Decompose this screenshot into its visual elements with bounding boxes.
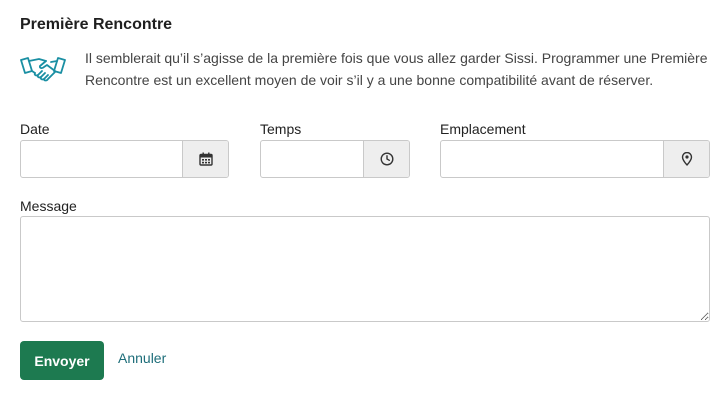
cancel-link[interactable]: Annuler [118,349,166,367]
date-label: Date [20,121,50,137]
handshake-icon [20,57,66,82]
time-input[interactable] [261,141,363,177]
time-picker-button[interactable] [363,141,409,177]
intro-text: Il semblerait qu’il s’agisse de la premi… [85,50,708,88]
date-field [20,140,229,178]
submit-button[interactable]: Envoyer [20,341,104,380]
time-label: Temps [260,121,302,137]
message-textarea[interactable] [20,216,710,322]
form-title: Première Rencontre [20,16,173,33]
clock-icon [379,152,394,166]
map-pin-icon [681,152,692,166]
calendar-icon [198,152,213,166]
location-label: Emplacement [440,121,526,137]
message-label: Message [20,198,77,214]
date-input[interactable] [21,141,182,177]
location-input[interactable] [441,141,663,177]
date-picker-button[interactable] [182,141,228,177]
location-field [440,140,710,178]
time-field [260,140,410,178]
location-button[interactable] [663,141,709,177]
